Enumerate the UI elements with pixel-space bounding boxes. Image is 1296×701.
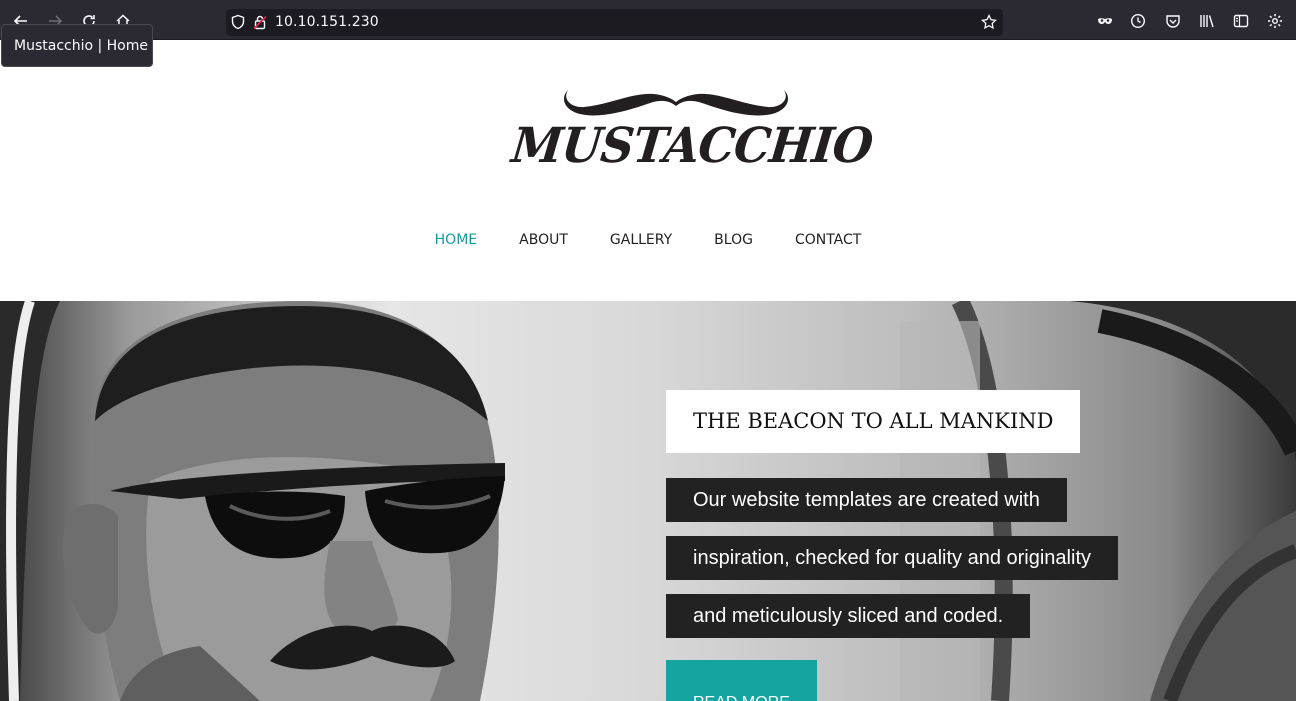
browser-toolbar: 10.10.151.230 — [0, 0, 1296, 40]
clock-icon — [1130, 13, 1146, 29]
hero-text-line: inspiration, checked for quality and ori… — [666, 536, 1118, 580]
sidebar-button[interactable] — [1228, 8, 1254, 34]
pocket-icon — [1166, 15, 1180, 28]
nav-gallery[interactable]: GALLERY — [589, 230, 693, 252]
hero-text-line: Our website templates are created with — [666, 478, 1067, 522]
logo-text[interactable]: MUSTACCHIO — [509, 117, 875, 174]
read-more-button[interactable]: READ MORE — [666, 660, 817, 701]
main-nav: HOME ABOUT GALLERY BLOG CONTACT — [0, 230, 1296, 252]
hero-title: THE BEACON TO ALL MANKIND — [666, 390, 1081, 453]
mask-icon — [1098, 18, 1112, 24]
history-button[interactable] — [1125, 8, 1151, 34]
bookmark-star-icon[interactable] — [981, 14, 997, 30]
tab-title-tooltip: Mustacchio | Home — [1, 24, 153, 67]
hero-banner: THE BEACON TO ALL MANKIND Our website te… — [0, 301, 1296, 701]
library-button[interactable] — [1194, 8, 1220, 34]
gear-icon — [1268, 14, 1282, 28]
nav-home[interactable]: HOME — [414, 230, 498, 252]
library-icon — [1200, 15, 1214, 28]
insecure-lock-icon[interactable] — [252, 14, 268, 30]
url-text[interactable]: 10.10.151.230 — [275, 14, 379, 30]
sidebar-icon — [1233, 14, 1249, 28]
url-bar[interactable]: 10.10.151.230 — [226, 9, 1003, 36]
nav-blog[interactable]: BLOG — [693, 230, 774, 252]
settings-button[interactable] — [1262, 8, 1288, 34]
shield-icon[interactable] — [230, 14, 246, 30]
hero-photo — [0, 301, 1296, 701]
hero-text-line: and meticulously sliced and coded. — [666, 594, 1031, 638]
nav-about[interactable]: ABOUT — [498, 230, 589, 252]
private-browsing-button[interactable] — [1092, 8, 1118, 34]
pocket-button[interactable] — [1160, 8, 1186, 34]
nav-contact[interactable]: CONTACT — [774, 230, 882, 252]
